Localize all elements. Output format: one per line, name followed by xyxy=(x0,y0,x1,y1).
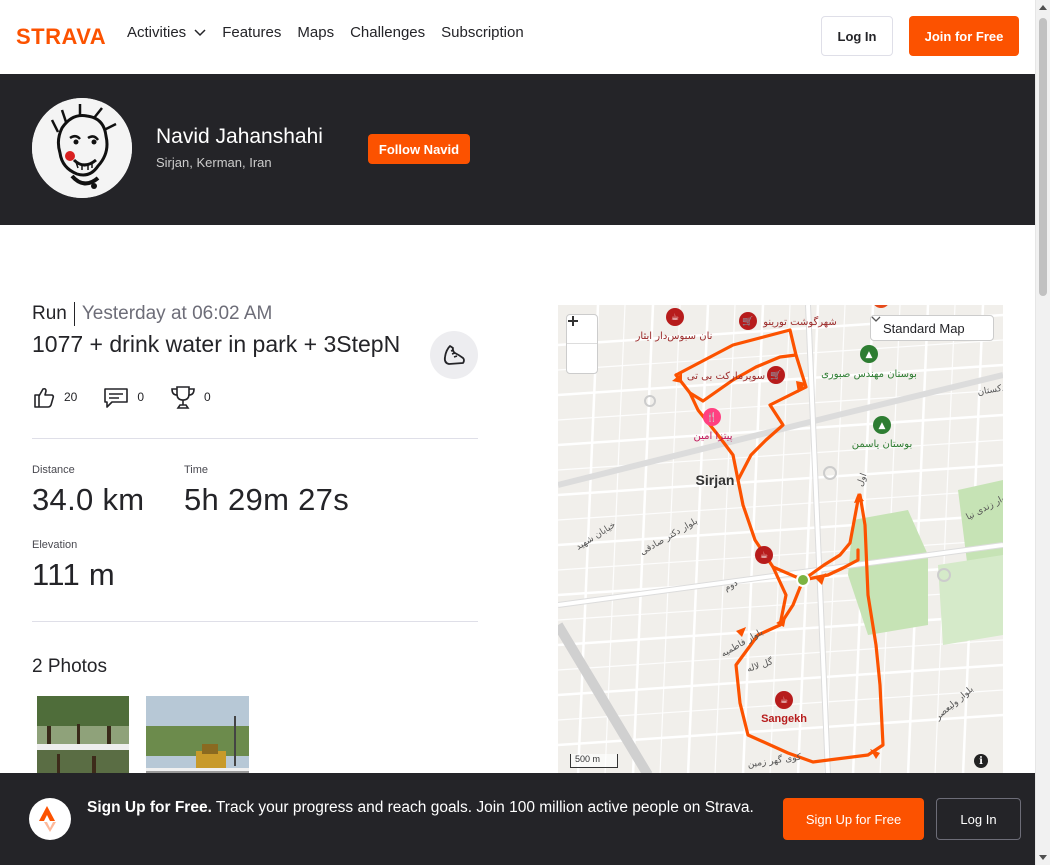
strava-chevron-icon xyxy=(39,806,56,832)
follow-button[interactable]: Follow Navid xyxy=(368,134,470,164)
stat-distance: Distance 34.0 km xyxy=(32,464,144,518)
scroll-up-arrow-icon[interactable] xyxy=(1039,5,1047,10)
nav-activities[interactable]: Activities xyxy=(127,24,206,41)
avatar-image xyxy=(32,98,132,198)
chevron-down-icon xyxy=(194,28,206,36)
map-canvas: ☕ 🛒 🛒 🍴 ☕ ☕ ▲ ▲ نان سبوس‌دار ایثار شهرگوشت تو… xyxy=(558,305,1003,775)
chevron-down-icon xyxy=(871,316,881,322)
map-label-bustan-saburi: بوستان مهندس صبوری xyxy=(821,369,917,380)
scroll-thumb[interactable] xyxy=(1039,18,1047,296)
map-label-city: Sirjan xyxy=(696,472,735,488)
elevation-label: Elevation xyxy=(32,539,78,551)
running-shoe-icon xyxy=(443,345,465,365)
nav-subscription-label: Subscription xyxy=(441,24,524,41)
main-nav: Activities Features Maps Challenges Subs… xyxy=(127,24,524,41)
svg-text:🛒: 🛒 xyxy=(742,315,753,327)
svg-text:☕: ☕ xyxy=(760,551,768,561)
zoom-out-button[interactable] xyxy=(567,320,597,373)
meta-separator xyxy=(73,302,75,326)
comment-icon xyxy=(104,388,129,408)
signup-body: Track your progress and reach goals. Joi… xyxy=(211,799,754,816)
map-label-super: سوپرمارکت بی تی xyxy=(687,371,765,382)
login-bottom-button[interactable]: Log In xyxy=(936,798,1021,840)
activity-title: 1077 + drink water in park + 3StepN xyxy=(32,331,401,357)
comments-button[interactable]: 0 xyxy=(103,385,144,409)
kudos-button[interactable]: 20 xyxy=(32,385,77,409)
athlete-location: Sirjan, Kerman, Iran xyxy=(156,155,272,170)
elevation-value: 111 m xyxy=(32,557,116,592)
avatar[interactable] xyxy=(32,98,132,198)
svg-text:STRAVA: STRAVA xyxy=(16,26,106,46)
stat-time: Time 5h 29m 27s xyxy=(184,464,349,518)
svg-text:🍴: 🍴 xyxy=(706,411,717,423)
svg-text:🛒: 🛒 xyxy=(770,369,781,381)
svg-text:☕: ☕ xyxy=(671,313,679,323)
nav-challenges[interactable]: Challenges xyxy=(350,24,425,41)
signup-bold: Sign Up for Free. xyxy=(87,799,212,816)
achievements-button[interactable]: 0 xyxy=(170,384,211,410)
strava-mark-icon xyxy=(29,798,71,840)
divider-bottom xyxy=(32,621,478,622)
strava-logo[interactable]: STRAVA xyxy=(16,24,112,51)
nav-features-label: Features xyxy=(222,24,282,41)
divider-top xyxy=(32,438,478,439)
map-type-select[interactable]: Standard Map xyxy=(870,315,994,341)
achievements-count: 0 xyxy=(204,390,211,404)
signup-bar: Sign Up for Free. Track your progress an… xyxy=(0,773,1035,865)
map-label-pizza: پیتزا امین xyxy=(693,431,732,442)
nav-features[interactable]: Features xyxy=(222,24,281,41)
nav-subscription[interactable]: Subscription xyxy=(441,24,524,41)
nav-activities-label: Activities xyxy=(127,24,187,41)
svg-text:▲: ▲ xyxy=(879,421,886,431)
activity-time: Yesterday at 06:02 AM xyxy=(81,303,273,324)
trophy-icon xyxy=(171,386,195,409)
nav-maps-label: Maps xyxy=(297,24,335,41)
info-icon[interactable]: i xyxy=(974,754,988,768)
kudos-count: 20 xyxy=(64,390,78,404)
time-label: Time xyxy=(184,464,209,476)
svg-text:▲: ▲ xyxy=(866,350,873,360)
top-header: STRAVA Activities Features Maps Challeng… xyxy=(0,0,1035,74)
social-stats: 20 0 0 xyxy=(32,384,237,410)
sport-badge xyxy=(430,331,478,379)
map-label-shahr-gosht: شهرگوشت تورینو xyxy=(762,316,837,328)
nav-challenges-label: Challenges xyxy=(350,24,426,41)
signup-message: Sign Up for Free. Track your progress an… xyxy=(87,797,767,819)
map-scale: 500 m xyxy=(570,754,618,768)
thumbs-up-icon xyxy=(34,387,55,408)
photos-title: 2 Photos xyxy=(32,656,107,677)
join-button[interactable]: Join for Free xyxy=(909,16,1019,56)
athlete-banner: Navid Jahanshahi Sirjan, Kerman, Iran Fo… xyxy=(0,74,1035,225)
comments-count: 0 xyxy=(137,390,145,404)
page-scrollbar[interactable] xyxy=(1035,0,1050,865)
athlete-name[interactable]: Navid Jahanshahi xyxy=(156,125,323,149)
login-button[interactable]: Log In xyxy=(821,16,893,56)
activity-type: Run xyxy=(32,303,67,324)
strava-logo-icon: STRAVA xyxy=(16,24,106,49)
scroll-down-arrow-icon[interactable] xyxy=(1039,855,1047,860)
page: STRAVA Activities Features Maps Challeng… xyxy=(0,0,1050,865)
activity-map[interactable]: ☕ 🛒 🛒 🍴 ☕ ☕ ▲ ▲ نان سبوس‌دار ایثار شهرگوشت تو… xyxy=(558,305,1003,775)
stat-elevation: Elevation 111 m xyxy=(32,539,115,593)
map-label-nan: نان سبوس‌دار ایثار xyxy=(635,331,713,342)
activity-meta: Run Yesterday at 06:02 AM xyxy=(32,302,272,326)
map-type-label: Standard Map xyxy=(883,320,965,336)
time-value: 5h 29m 27s xyxy=(184,482,349,517)
nav-maps[interactable]: Maps xyxy=(297,24,334,41)
svg-text:☕: ☕ xyxy=(780,696,788,706)
distance-label: Distance xyxy=(32,464,75,476)
map-label-bustan-yasaman: بوستان یاسمن xyxy=(852,439,913,450)
zoom-control xyxy=(566,314,598,374)
distance-value: 34.0 km xyxy=(32,482,145,517)
signup-button[interactable]: Sign Up for Free xyxy=(783,798,924,840)
map-label-sangekh: Sangekh xyxy=(761,713,807,725)
minus-icon xyxy=(568,320,578,322)
